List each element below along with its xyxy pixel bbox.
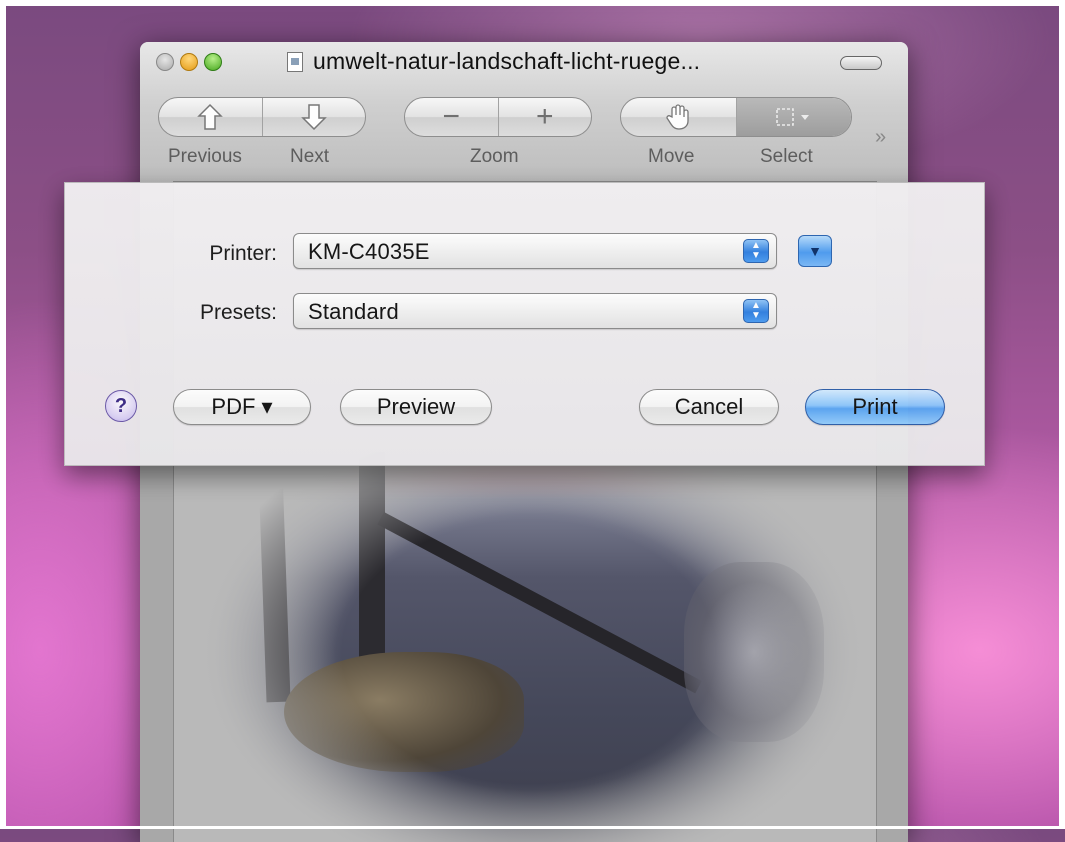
minimize-window-button[interactable] [180,53,198,71]
print-dialog: Printer: KM-C4035E ▲ ▼ ▼ Presets: Standar… [64,182,985,466]
select-label: Select [760,146,813,167]
pdf-menu-button[interactable]: PDF ▾ [173,389,311,425]
hand-icon [666,104,689,130]
tool-mode-control [620,97,852,137]
up-arrow-icon [197,103,224,130]
window-toolbar: umwelt-natur-landschaft-licht-ruege... −… [140,42,908,183]
toolbar-toggle-button[interactable] [840,56,882,70]
selection-marquee-icon [775,108,809,126]
next-button[interactable] [261,98,366,136]
select-tool-button[interactable] [735,98,851,136]
down-arrow-icon [300,104,327,131]
printer-label: Printer: [209,242,277,265]
presets-label: Presets: [199,301,277,324]
minus-icon: − [442,100,461,133]
popup-arrows-icon: ▲ ▼ [743,299,769,323]
zoom-out-button[interactable]: − [405,98,498,136]
printer-popup[interactable]: KM-C4035E ▲ ▼ [293,233,777,269]
previous-button[interactable] [159,98,262,136]
presets-value: Standard [308,299,399,324]
question-mark-icon: ? [114,394,128,417]
document-icon[interactable] [287,52,303,72]
help-button[interactable]: ? [105,390,137,422]
toolbar-overflow-icon[interactable]: » [875,126,886,149]
move-label: Move [648,146,695,167]
previous-label: Previous [168,146,242,167]
preview-button[interactable]: Preview [340,389,492,425]
cancel-button[interactable]: Cancel [639,389,779,425]
close-window-button[interactable] [156,53,174,71]
plus-icon: + [535,100,554,133]
expand-dialog-button[interactable]: ▼ [798,235,832,267]
disclosure-triangle-icon: ▼ [808,243,822,259]
window-title: umwelt-natur-landschaft-licht-ruege... [313,48,701,74]
print-button[interactable]: Print [805,389,945,425]
move-tool-button[interactable] [621,98,736,136]
next-label: Next [290,146,330,167]
previous-next-control [158,97,366,137]
zoom-label: Zoom [470,146,519,167]
popup-arrows-icon: ▲ ▼ [743,239,769,263]
zoom-window-button[interactable] [204,53,222,71]
zoom-control: − + [404,97,592,137]
zoom-in-button[interactable]: + [497,98,592,136]
printer-value: KM-C4035E [308,239,430,264]
presets-popup[interactable]: Standard ▲ ▼ [293,293,777,329]
